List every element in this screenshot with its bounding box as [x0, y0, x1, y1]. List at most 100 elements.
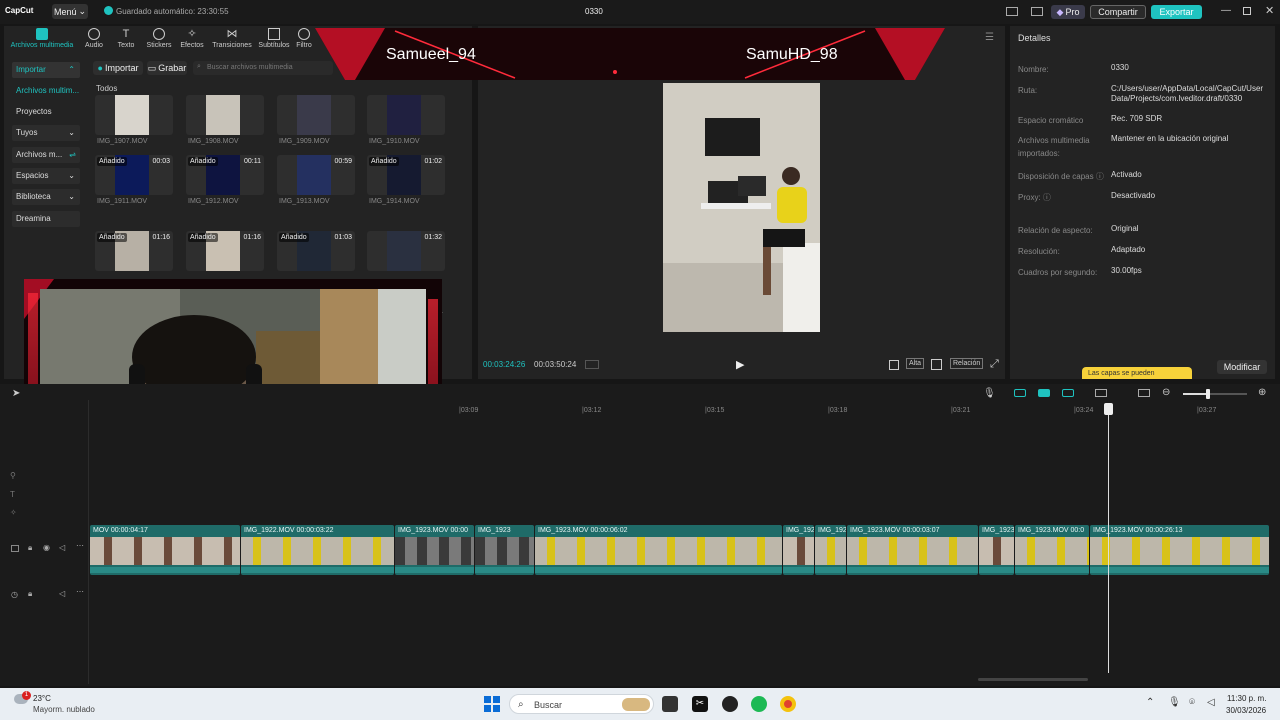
crop-icon[interactable] — [889, 360, 899, 370]
zoom-in-icon[interactable]: ⊕ — [1258, 387, 1266, 398]
volume-icon[interactable]: ◁ — [1207, 697, 1215, 708]
tab-transitions[interactable]: ⋈ Transiciones — [211, 28, 253, 49]
maximize-icon[interactable] — [1243, 7, 1251, 15]
fullscreen-icon[interactable]: ⤢ — [990, 358, 999, 371]
timecode-grid-icon[interactable] — [585, 360, 599, 369]
record-button[interactable]: ▭ Grabar — [147, 61, 187, 75]
taskbar-search[interactable]: ⌕ Buscar — [509, 694, 654, 714]
media-thumbnail[interactable]: Añadido 01:16 — [186, 231, 264, 271]
timeline-clip[interactable]: MOV 00:00:04:17 — [90, 525, 240, 575]
tab-captions[interactable]: Subtítulos — [254, 28, 294, 49]
network-icon[interactable]: ⌾ — [1189, 697, 1195, 708]
cover-icon[interactable] — [11, 545, 19, 552]
audio-mute-icon[interactable]: ◁ — [59, 543, 65, 552]
tab-media[interactable]: Archivos multimedia — [6, 28, 78, 49]
search-icon: ⌕ — [518, 699, 524, 710]
track-lock-icon[interactable]: ⚲ — [10, 471, 16, 480]
audio-more-icon[interactable]: ⋯ — [76, 587, 84, 596]
zoom-out-icon[interactable]: ⊖ — [1162, 387, 1170, 398]
timeline-clip[interactable]: IMG_1923.MOV 00:00 — [395, 525, 474, 575]
timeline-clip[interactable]: IMG_1923 — [475, 525, 534, 575]
eye-icon[interactable]: ◉ — [43, 543, 50, 552]
obs-icon[interactable] — [722, 696, 738, 712]
sidebar-item-files[interactable]: Archivos m... ⇌ — [12, 147, 80, 163]
sidebar-item-spaces[interactable]: Espacios ⌄ — [12, 168, 80, 184]
tray-chevron-icon[interactable]: ⌃ — [1146, 697, 1154, 708]
media-search-input[interactable]: ⌕ Buscar archivos multimedia — [193, 61, 333, 75]
sidebar-import[interactable]: Importar ⌃ — [12, 62, 80, 78]
video-preview[interactable] — [663, 83, 820, 332]
media-thumbnail[interactable] — [95, 95, 173, 135]
capcut-taskbar-icon[interactable]: ✂ — [692, 696, 708, 712]
timeline-clip[interactable]: IMG_1923.MOV 00:00:03:07 — [847, 525, 978, 575]
media-thumbnail[interactable]: Añadido 00:11 — [186, 155, 264, 195]
more-icon[interactable]: ⋯ — [76, 541, 84, 550]
timeline-clip[interactable]: IMG_1922.MOV 00:00:03:22 — [241, 525, 394, 575]
sidebar-item-subprojects[interactable]: Proyectos secun... — [12, 104, 80, 132]
shortcuts-icon[interactable] — [1031, 7, 1043, 16]
media-thumbnail[interactable] — [277, 95, 355, 135]
media-thumbnail[interactable]: Añadido 00:03 — [95, 155, 173, 195]
timeline-clip[interactable]: IMG_192 — [783, 525, 814, 575]
timeline-clip[interactable]: IMG_1923.MOV 00:00:06:02 — [535, 525, 782, 575]
media-thumbnail[interactable]: 01:32 — [367, 231, 445, 271]
media-thumbnail[interactable] — [186, 95, 264, 135]
timeline-clip[interactable]: IMG_1923 — [815, 525, 846, 575]
replace-icon[interactable] — [1138, 389, 1150, 397]
zoom-slider-handle[interactable] — [1206, 389, 1210, 399]
audio-lock-icon[interactable]: 🔒︎ — [28, 589, 32, 599]
preview-axis-icon[interactable] — [1062, 389, 1074, 397]
media-thumbnail[interactable]: Añadido 01:02 — [367, 155, 445, 195]
zoom-slider[interactable] — [1183, 389, 1247, 399]
play-icon[interactable]: ▶ — [736, 358, 744, 371]
ratio-button[interactable]: Relación — [950, 358, 984, 369]
timeline-clip[interactable]: IMG_1923 — [979, 525, 1014, 575]
close-icon[interactable]: ✕ — [1265, 4, 1274, 17]
layout-icon[interactable] — [1006, 7, 1018, 16]
spotify-icon[interactable] — [751, 696, 767, 712]
sidebar-item-library[interactable]: Biblioteca ⌄ — [12, 189, 80, 205]
timeline-clip[interactable]: IMG_1923.MOV 00:00:26:13 — [1090, 525, 1269, 575]
taskbar-date[interactable]: 30/03/2026 — [1226, 706, 1266, 715]
minimize-icon[interactable]: — — [1221, 5, 1231, 16]
split-screen-icon[interactable] — [1095, 389, 1107, 397]
media-thumbnail[interactable]: Añadido 01:03 — [277, 231, 355, 271]
media-thumbnail[interactable] — [367, 95, 445, 135]
cursor-tool-icon[interactable]: ➤ — [12, 388, 20, 399]
link-clips-icon[interactable] — [1038, 389, 1050, 397]
audio-volume-icon[interactable]: ◁ — [59, 589, 65, 598]
tab-filters[interactable]: Filtro — [293, 28, 315, 49]
timeline-clip[interactable]: IMG_1923.MOV 00:0 — [1015, 525, 1089, 575]
audio-track-icon[interactable]: ◷ — [11, 590, 18, 599]
export-button[interactable]: Exportar — [1151, 5, 1202, 19]
clip-waveform — [979, 567, 1014, 573]
track-effect-icon[interactable]: ✧ — [10, 508, 17, 517]
sidebar-item-dreamina[interactable]: Dreamina — [12, 211, 80, 227]
file-explorer-icon[interactable] — [662, 696, 678, 712]
playhead-handle[interactable] — [1104, 403, 1113, 415]
clip-frames — [475, 537, 534, 565]
sidebar-item-media[interactable]: Archivos multim... — [12, 83, 80, 99]
quality-button[interactable]: Alta — [906, 358, 925, 369]
playhead[interactable] — [1108, 403, 1109, 673]
timeline-scrollbar[interactable] — [978, 678, 1088, 681]
sidebar-item-yours[interactable]: Tuyos ⌄ — [12, 125, 80, 141]
modify-button[interactable]: Modificar — [1217, 360, 1267, 374]
tray-mic-icon[interactable]: 🎙 — [1168, 697, 1181, 708]
taskbar-time[interactable]: 11:30 p. m. — [1227, 694, 1266, 703]
windows-start-icon[interactable] — [484, 696, 500, 712]
tab-effects[interactable]: ✧ Efectos — [172, 28, 212, 49]
chrome-icon[interactable] — [780, 696, 796, 712]
menu-button[interactable]: Menú ⌄ — [52, 4, 88, 19]
media-thumbnail[interactable]: Añadido 01:16 — [95, 231, 173, 271]
microphone-icon[interactable]: 🎙 — [983, 388, 996, 399]
screenshot-icon[interactable] — [931, 359, 942, 370]
import-button[interactable]: ● Importar — [93, 61, 143, 75]
lock-icon[interactable]: 🔒︎ — [28, 543, 32, 553]
preview-menu-icon[interactable]: ☰ — [985, 32, 994, 43]
magnet-icon[interactable] — [1014, 389, 1026, 397]
track-text-icon[interactable]: T — [10, 490, 15, 499]
pro-button[interactable]: ◆ Pro — [1051, 5, 1085, 19]
media-thumbnail[interactable]: 00:59 — [277, 155, 355, 195]
share-button[interactable]: Compartir — [1090, 5, 1146, 19]
